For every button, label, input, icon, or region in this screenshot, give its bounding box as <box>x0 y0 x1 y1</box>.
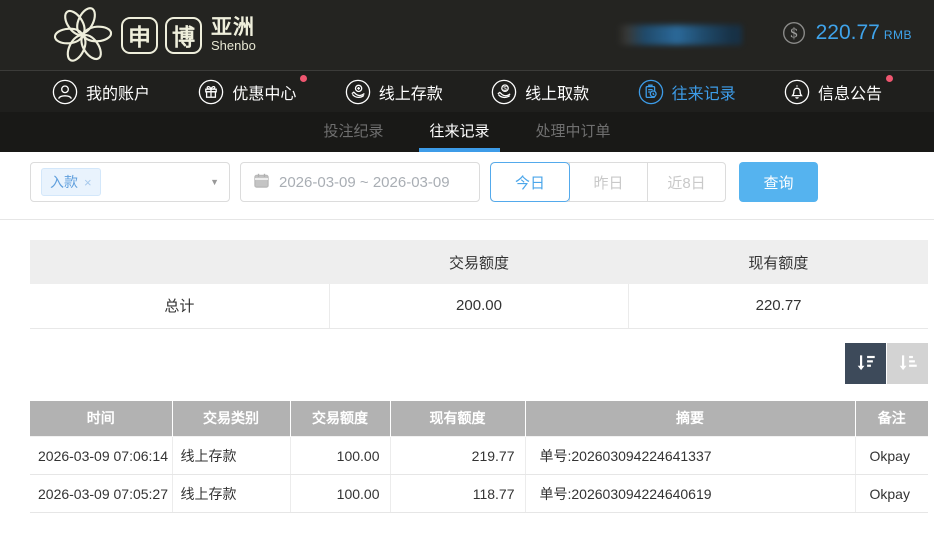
tab-transaction-records[interactable]: 往来记录 <box>419 112 500 152</box>
nav-label: 往来记录 <box>671 85 736 103</box>
nav-label: 线上取款 <box>525 85 590 103</box>
nav-item-online-withdrawal[interactable]: $ 线上取款 <box>491 79 589 105</box>
notification-dot <box>885 74 893 82</box>
records-header-row: 时间 交易类别 交易额度 现有额度 摘要 备注 <box>30 400 928 437</box>
withdraw-icon: $ <box>491 79 517 105</box>
date-range-value: 2026-03-09 ~ 2026-03-09 <box>279 173 450 191</box>
logo-subtitle: Shenbo <box>211 38 256 54</box>
summary-header-row: 交易额度 现有额度 <box>30 240 928 284</box>
username-redacted <box>616 25 742 45</box>
nav-label: 我的账户 <box>86 85 151 103</box>
calendar-icon <box>253 172 270 193</box>
col-header-time: 时间 <box>30 400 172 437</box>
balance-currency: RMB <box>883 27 912 42</box>
bell-icon <box>784 79 810 105</box>
tab-pending-orders[interactable]: 处理中订单 <box>526 112 621 152</box>
cell-summary: 单号:202603094224641337 <box>524 436 855 475</box>
balance-display: $ 220.77 RMB <box>782 21 912 50</box>
sort-controls <box>30 342 928 384</box>
cell-transaction-type: 线上存款 <box>171 436 290 475</box>
quick-date-button-group: 今日 昨日 近8日 <box>490 162 726 202</box>
yesterday-button[interactable]: 昨日 <box>569 163 647 201</box>
section-divider <box>0 219 934 220</box>
summary-transaction-amount: 200.00 <box>328 284 629 329</box>
today-button[interactable]: 今日 <box>491 163 569 201</box>
cell-current-balance: 118.77 <box>389 474 525 513</box>
balance-amount: 220.77 <box>815 20 880 44</box>
deposit-icon <box>345 79 371 105</box>
summary-current-balance: 220.77 <box>628 284 928 329</box>
cell-current-balance: 219.77 <box>389 436 525 475</box>
cell-transaction-amount: 100.00 <box>289 436 390 475</box>
nav-item-my-account[interactable]: 我的账户 <box>52 79 150 105</box>
cell-transaction-amount: 100.00 <box>289 474 390 513</box>
nav-item-online-deposit[interactable]: 线上存款 <box>345 79 443 105</box>
notification-dot <box>300 74 308 82</box>
col-header-remark: 备注 <box>854 400 928 437</box>
summary-header-empty <box>30 240 330 284</box>
site-logo: 申 博 亚洲 Shenbo <box>52 4 256 66</box>
transaction-type-select[interactable]: 入款 × ▼ <box>30 162 230 202</box>
summary-total-label: 总计 <box>30 284 330 329</box>
tab-betting-records[interactable]: 投注纪录 <box>313 112 393 152</box>
query-button[interactable]: 查询 <box>739 162 818 202</box>
type-tag: 入款 × <box>41 168 101 196</box>
tag-remove-icon[interactable]: × <box>84 175 92 190</box>
chevron-down-icon: ▼ <box>210 177 219 187</box>
logo-region-text: 亚洲 <box>211 16 255 40</box>
nav-item-announcements[interactable]: 信息公告 <box>784 74 893 105</box>
filter-bar: 入款 × ▼ 2026-03-09 ~ 2026-03-09 今日 昨日 近8日… <box>30 162 934 202</box>
col-header-current-balance: 现有额度 <box>389 400 525 437</box>
records-icon <box>638 79 664 105</box>
cell-time: 2026-03-09 07:05:27 <box>30 474 172 513</box>
summary-total-row: 总计 200.00 220.77 <box>30 284 928 329</box>
last-8-days-button[interactable]: 近8日 <box>647 163 725 201</box>
nav-label: 优惠中心 <box>232 85 297 103</box>
nav-item-promotions[interactable]: 优惠中心 <box>198 74 308 105</box>
sort-descending-button[interactable] <box>845 342 886 384</box>
nav-item-transaction-records[interactable]: 往来记录 <box>638 79 736 105</box>
svg-text:$: $ <box>503 85 507 92</box>
col-header-transaction-type: 交易类别 <box>171 400 290 437</box>
top-header-bar: 申 博 亚洲 Shenbo $ 220.77 RMB <box>0 0 934 70</box>
nav-label: 线上存款 <box>378 85 443 103</box>
summary-header-current-balance: 现有额度 <box>628 240 928 284</box>
type-tag-label: 入款 <box>50 174 78 190</box>
svg-text:$: $ <box>789 25 798 41</box>
cell-time: 2026-03-09 07:06:14 <box>30 436 172 475</box>
logo-char-shen: 申 <box>121 16 158 54</box>
col-header-transaction-amount: 交易额度 <box>289 400 390 437</box>
nav-label: 信息公告 <box>817 85 882 103</box>
cell-transaction-type: 线上存款 <box>171 474 290 513</box>
user-icon <box>52 79 78 105</box>
summary-header-transaction-amount: 交易额度 <box>329 240 629 284</box>
cell-remark: Okpay <box>854 474 928 513</box>
cell-summary: 单号:202603094224640619 <box>524 474 855 513</box>
records-table: 时间 交易类别 交易额度 现有额度 摘要 备注 2026-03-09 07:06… <box>30 400 928 513</box>
summary-table: 交易额度 现有额度 总计 200.00 220.77 <box>30 240 928 329</box>
logo-char-bo: 博 <box>165 16 202 54</box>
date-range-picker[interactable]: 2026-03-09 ~ 2026-03-09 <box>240 162 480 202</box>
sort-ascending-button[interactable] <box>887 342 928 384</box>
record-row: 2026-03-09 07:06:14 线上存款 100.00 219.77 单… <box>30 436 928 475</box>
cell-remark: Okpay <box>854 436 928 475</box>
flower-logo-icon <box>52 4 114 66</box>
records-sub-tabs: 投注纪录 往来记录 处理中订单 <box>0 112 934 152</box>
main-navigation: 我的账户 优惠中心 线上存款 $ 线上取款 往来记录 信息公告 <box>0 70 934 112</box>
col-header-summary: 摘要 <box>524 400 855 437</box>
record-row: 2026-03-09 07:05:27 线上存款 100.00 118.77 单… <box>30 474 928 513</box>
gift-icon <box>198 79 224 105</box>
dollar-coin-icon: $ <box>782 21 806 50</box>
